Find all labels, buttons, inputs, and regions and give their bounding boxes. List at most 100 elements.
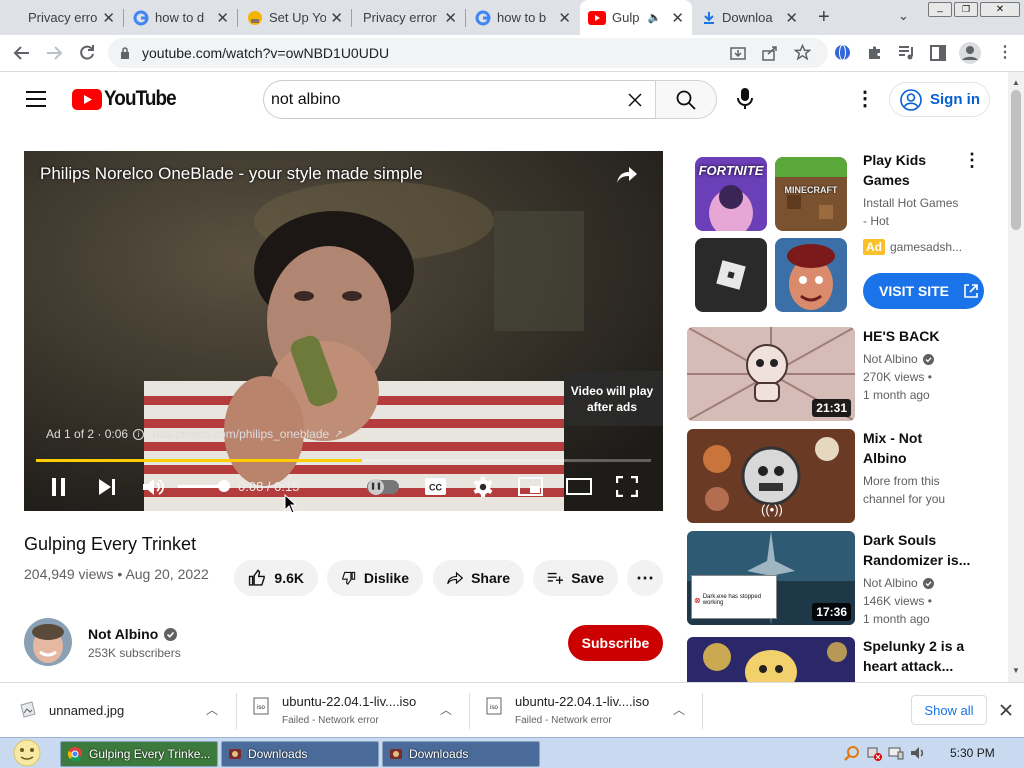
settings-gear-icon[interactable] (472, 476, 494, 498)
lock-icon[interactable] (120, 47, 130, 59)
start-button-icon[interactable] (6, 738, 48, 768)
close-icon[interactable]: ✕ (785, 9, 798, 27)
system-clock[interactable]: 5:30 PM (950, 746, 995, 760)
close-icon[interactable]: ✕ (671, 9, 684, 27)
search-input[interactable]: not albino (263, 80, 655, 119)
channel-name[interactable]: Not Albino (88, 626, 158, 642)
volume-slider[interactable] (178, 480, 230, 492)
browser-tab[interactable]: Downloa ✕ (694, 0, 806, 35)
close-icon[interactable]: ✕ (330, 9, 343, 27)
clear-search-icon[interactable] (628, 93, 642, 107)
taskbar-item[interactable]: Downloads (382, 741, 540, 767)
miniplayer-icon[interactable] (518, 477, 543, 496)
show-all-button[interactable]: Show all (911, 695, 987, 725)
display-tray-icon[interactable] (888, 745, 904, 761)
youtube-logo[interactable]: YouTube (72, 87, 184, 111)
subscribe-button[interactable]: Subscribe (568, 625, 663, 661)
forward-icon[interactable] (45, 44, 63, 62)
video-thumbnail[interactable]: ((•)) (687, 429, 855, 523)
like-button[interactable]: 9.6K (234, 560, 318, 596)
dislike-button[interactable]: Dislike (327, 560, 423, 596)
volume-knob[interactable] (218, 480, 230, 492)
speaker-icon[interactable]: 🔈 (648, 11, 662, 24)
new-tab-icon[interactable]: + (818, 6, 830, 29)
hamburger-menu-icon[interactable] (26, 91, 46, 107)
video-details[interactable]: Dark Souls Randomizer is... Not Albino 1… (863, 530, 983, 628)
download-item[interactable]: iso ubuntu-22.04.1-liv....iso Failed - N… (237, 683, 469, 738)
download-item[interactable]: unnamed.jpg ︿ (0, 683, 236, 738)
external-link-icon[interactable]: ↗ (334, 429, 342, 440)
ad-tile-teacher[interactable] (775, 238, 847, 312)
ad-tile-fortnite[interactable]: FORTNITE (695, 157, 767, 231)
chrome-menu-icon[interactable]: ⋮ (997, 42, 1013, 62)
sign-in-button[interactable]: Sign in (889, 82, 990, 117)
ad-card-title[interactable]: Play Kids Games (863, 150, 926, 190)
pause-icon[interactable] (50, 477, 68, 497)
page-scrollbar[interactable]: ▲ ▼ (1008, 72, 1024, 682)
chevron-up-icon[interactable]: ︿ (206, 701, 218, 718)
download-item[interactable]: iso ubuntu-22.04.1-liv....iso Failed - N… (470, 683, 702, 738)
extensions-icon[interactable] (866, 44, 883, 61)
profile-avatar-icon[interactable] (959, 42, 981, 64)
restore-icon[interactable]: ❐ (954, 2, 978, 17)
media-control-icon[interactable] (898, 45, 915, 60)
ad-tile-minecraft[interactable]: MINECRAFT (775, 157, 847, 231)
taskbar-item-active[interactable]: Gulping Every Trinke... (60, 741, 218, 767)
close-icon[interactable]: ✕ (216, 9, 229, 27)
next-icon[interactable] (97, 477, 117, 497)
install-app-icon[interactable] (730, 45, 746, 61)
browser-tab[interactable]: Set Up Yo ✕ (239, 0, 351, 35)
taskbar-item[interactable]: Downloads (221, 741, 379, 767)
video-details[interactable]: HE'S BACK Not Albino 270K views • 1 mont… (863, 326, 983, 404)
info-icon[interactable]: i (133, 428, 145, 440)
settings-menu-icon[interactable]: ⋮ (855, 86, 875, 111)
close-icon[interactable]: ✕ (558, 9, 571, 27)
channel-name-row[interactable]: Not Albino (88, 626, 178, 642)
video-thumbnail[interactable]: 21:31 (687, 327, 855, 421)
extension-globe-icon[interactable] (834, 44, 851, 61)
scroll-up-icon[interactable]: ▲ (1012, 78, 1020, 87)
ad-tile-roblox[interactable] (695, 238, 767, 312)
autoplay-toggle[interactable]: ❚❚ (367, 479, 399, 495)
back-icon[interactable] (13, 44, 31, 62)
volume-icon[interactable] (142, 477, 164, 497)
close-icon[interactable]: ✕ (102, 9, 115, 27)
progress-bar[interactable] (36, 459, 651, 462)
video-details[interactable]: Spelunky 2 is a heart attack... (863, 636, 983, 676)
browser-tab-active[interactable]: Gulp 🔈 ✕ (580, 0, 692, 35)
scroll-down-icon[interactable]: ▼ (1012, 666, 1020, 675)
video-player[interactable]: Philips Norelco OneBlade - your style ma… (24, 151, 663, 511)
reload-icon[interactable] (78, 44, 96, 62)
ad-menu-icon[interactable]: ⋮ (963, 150, 981, 171)
visit-site-button[interactable]: VISIT SITE (863, 273, 984, 309)
more-actions-button[interactable]: ⋯ (627, 560, 663, 596)
microphone-icon[interactable] (737, 88, 753, 110)
browser-tab[interactable]: Privacy error ✕ (353, 0, 465, 35)
scroll-thumb[interactable] (1011, 90, 1021, 230)
share-button[interactable]: Share (433, 560, 524, 596)
network-error-icon[interactable] (866, 745, 882, 761)
save-button[interactable]: Save (533, 560, 618, 596)
chevron-up-icon[interactable]: ︿ (673, 701, 685, 718)
address-bar[interactable]: youtube.com/watch?v=owNBD1U0UDU (108, 38, 828, 68)
captions-icon[interactable]: CC (424, 477, 447, 496)
share-page-icon[interactable] (762, 45, 778, 61)
close-icon[interactable]: ✕ (444, 9, 457, 27)
video-thumbnail[interactable]: ⊗ Dark.exe has stopped working 17:36 (687, 531, 855, 625)
search-tray-icon[interactable] (844, 745, 860, 761)
fullscreen-icon[interactable] (616, 476, 638, 497)
close-icon[interactable] (1000, 704, 1012, 716)
close-window-icon[interactable]: ✕ (980, 2, 1020, 17)
chevron-up-icon[interactable]: ︿ (440, 701, 452, 718)
browser-tab[interactable]: how to b ✕ (467, 0, 579, 35)
channel-avatar[interactable] (24, 618, 72, 666)
ad-link[interactable]: usa.philips.com/philips_oneblade (153, 427, 329, 441)
search-button[interactable] (655, 80, 717, 119)
video-details[interactable]: Mix - Not Albino More from this channel … (863, 428, 983, 508)
ad-title[interactable]: Philips Norelco OneBlade - your style ma… (40, 164, 423, 184)
browser-tab[interactable]: Privacy error ✕ (8, 0, 123, 35)
share-arrow-icon[interactable] (616, 165, 638, 185)
side-panel-icon[interactable] (930, 45, 946, 61)
volume-tray-icon[interactable] (910, 745, 926, 761)
browser-tab[interactable]: how to d ✕ (125, 0, 237, 35)
